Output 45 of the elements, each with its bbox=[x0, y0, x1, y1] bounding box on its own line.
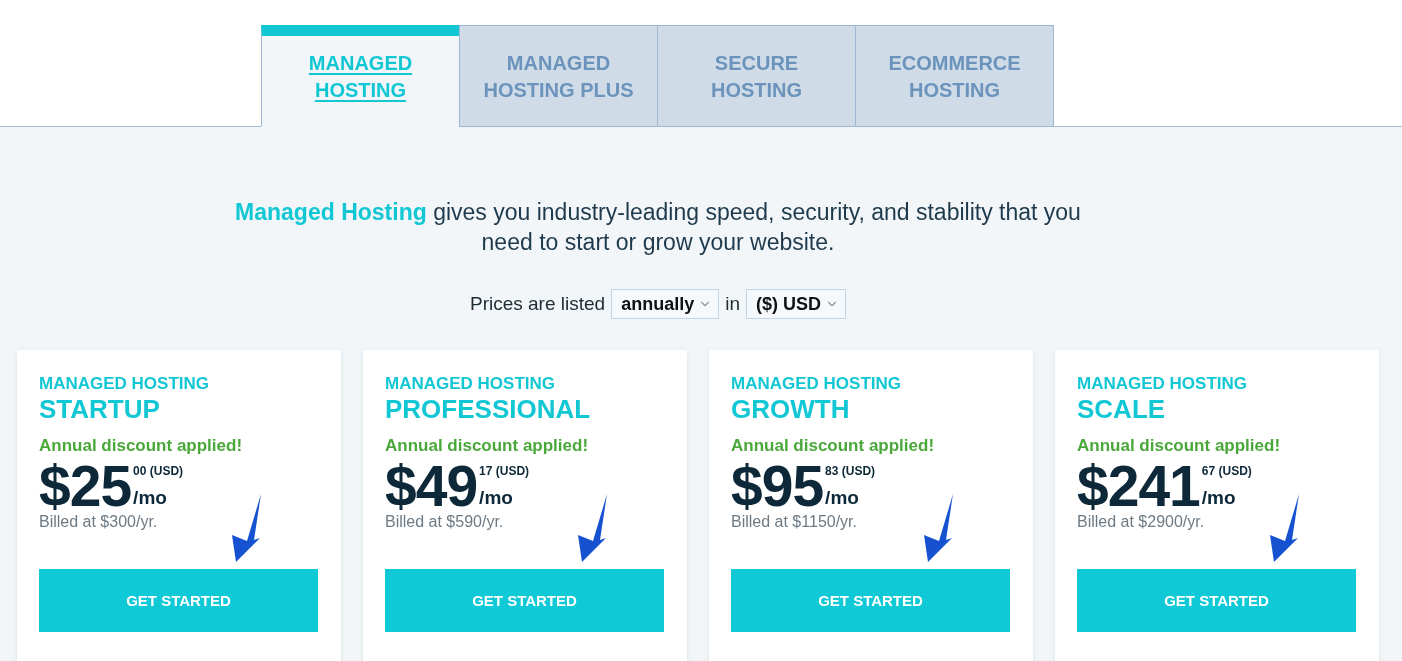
price-amount: $241 bbox=[1077, 458, 1200, 514]
tab[interactable]: SECURE HOSTING bbox=[657, 25, 856, 127]
arrow-icon bbox=[922, 494, 954, 562]
plan-name-title: GROWTH bbox=[731, 394, 850, 424]
price-period: /mo bbox=[133, 486, 168, 510]
billing-period-select[interactable]: annually bbox=[611, 289, 720, 319]
arrow-icon bbox=[576, 494, 608, 562]
plan-product-label: MANAGED HOSTING bbox=[385, 374, 555, 394]
price-amount: $95 bbox=[731, 458, 824, 514]
price-amount: $49 bbox=[385, 458, 478, 514]
joiner-text: in bbox=[725, 293, 740, 315]
billed-note: Billed at $2900/yr. bbox=[1077, 512, 1205, 532]
tab[interactable]: ECOMMERCE HOSTING bbox=[855, 25, 1054, 127]
intro-text: Managed Hosting gives you industry-leading speed, security, and stability that you need to start or grow your website. bbox=[234, 198, 1082, 257]
discount-note: Annual discount applied! bbox=[1077, 436, 1281, 456]
billed-note: Billed at $1150/yr. bbox=[731, 512, 857, 532]
discount-note: Annual discount applied! bbox=[39, 436, 243, 456]
plan-name-title: SCALE bbox=[1077, 394, 1166, 424]
prices-label: Prices are listed bbox=[470, 293, 606, 315]
plan-name-title: STARTUP bbox=[39, 394, 160, 424]
arrow-icon bbox=[1268, 494, 1300, 562]
get-started-button[interactable]: GET STARTED bbox=[385, 569, 664, 632]
billed-note: Billed at $300/yr. bbox=[39, 512, 158, 532]
currency-select[interactable]: ($) USD bbox=[746, 289, 846, 319]
price-cents: 83 (USD) bbox=[825, 463, 876, 479]
tab[interactable]: MANAGED HOSTING PLUS bbox=[459, 25, 658, 127]
get-started-button[interactable]: GET STARTED bbox=[731, 569, 1010, 632]
plan-product-label: MANAGED HOSTING bbox=[39, 374, 209, 394]
billed-note: Billed at $590/yr. bbox=[385, 512, 504, 532]
price-period: /mo bbox=[479, 486, 514, 510]
get-started-button[interactable]: GET STARTED bbox=[39, 569, 318, 632]
plan-name-title: PROFESSIONAL bbox=[385, 394, 591, 424]
price-cents: 00 (USD) bbox=[133, 463, 184, 479]
arrow-icon bbox=[230, 494, 262, 562]
tab[interactable]: MANAGED HOSTING bbox=[261, 25, 460, 127]
price-period: /mo bbox=[1201, 486, 1237, 510]
plan-product-label: MANAGED HOSTING bbox=[1077, 374, 1247, 394]
price-cents: 67 (USD) bbox=[1201, 463, 1252, 479]
get-started-button[interactable]: GET STARTED bbox=[1077, 569, 1356, 632]
discount-note: Annual discount applied! bbox=[385, 436, 589, 456]
price-cents: 17 (USD) bbox=[479, 463, 530, 479]
discount-note: Annual discount applied! bbox=[731, 436, 935, 456]
price-period: /mo bbox=[825, 486, 860, 510]
price-amount: $25 bbox=[39, 458, 132, 514]
plan-product-label: MANAGED HOSTING bbox=[731, 374, 901, 394]
